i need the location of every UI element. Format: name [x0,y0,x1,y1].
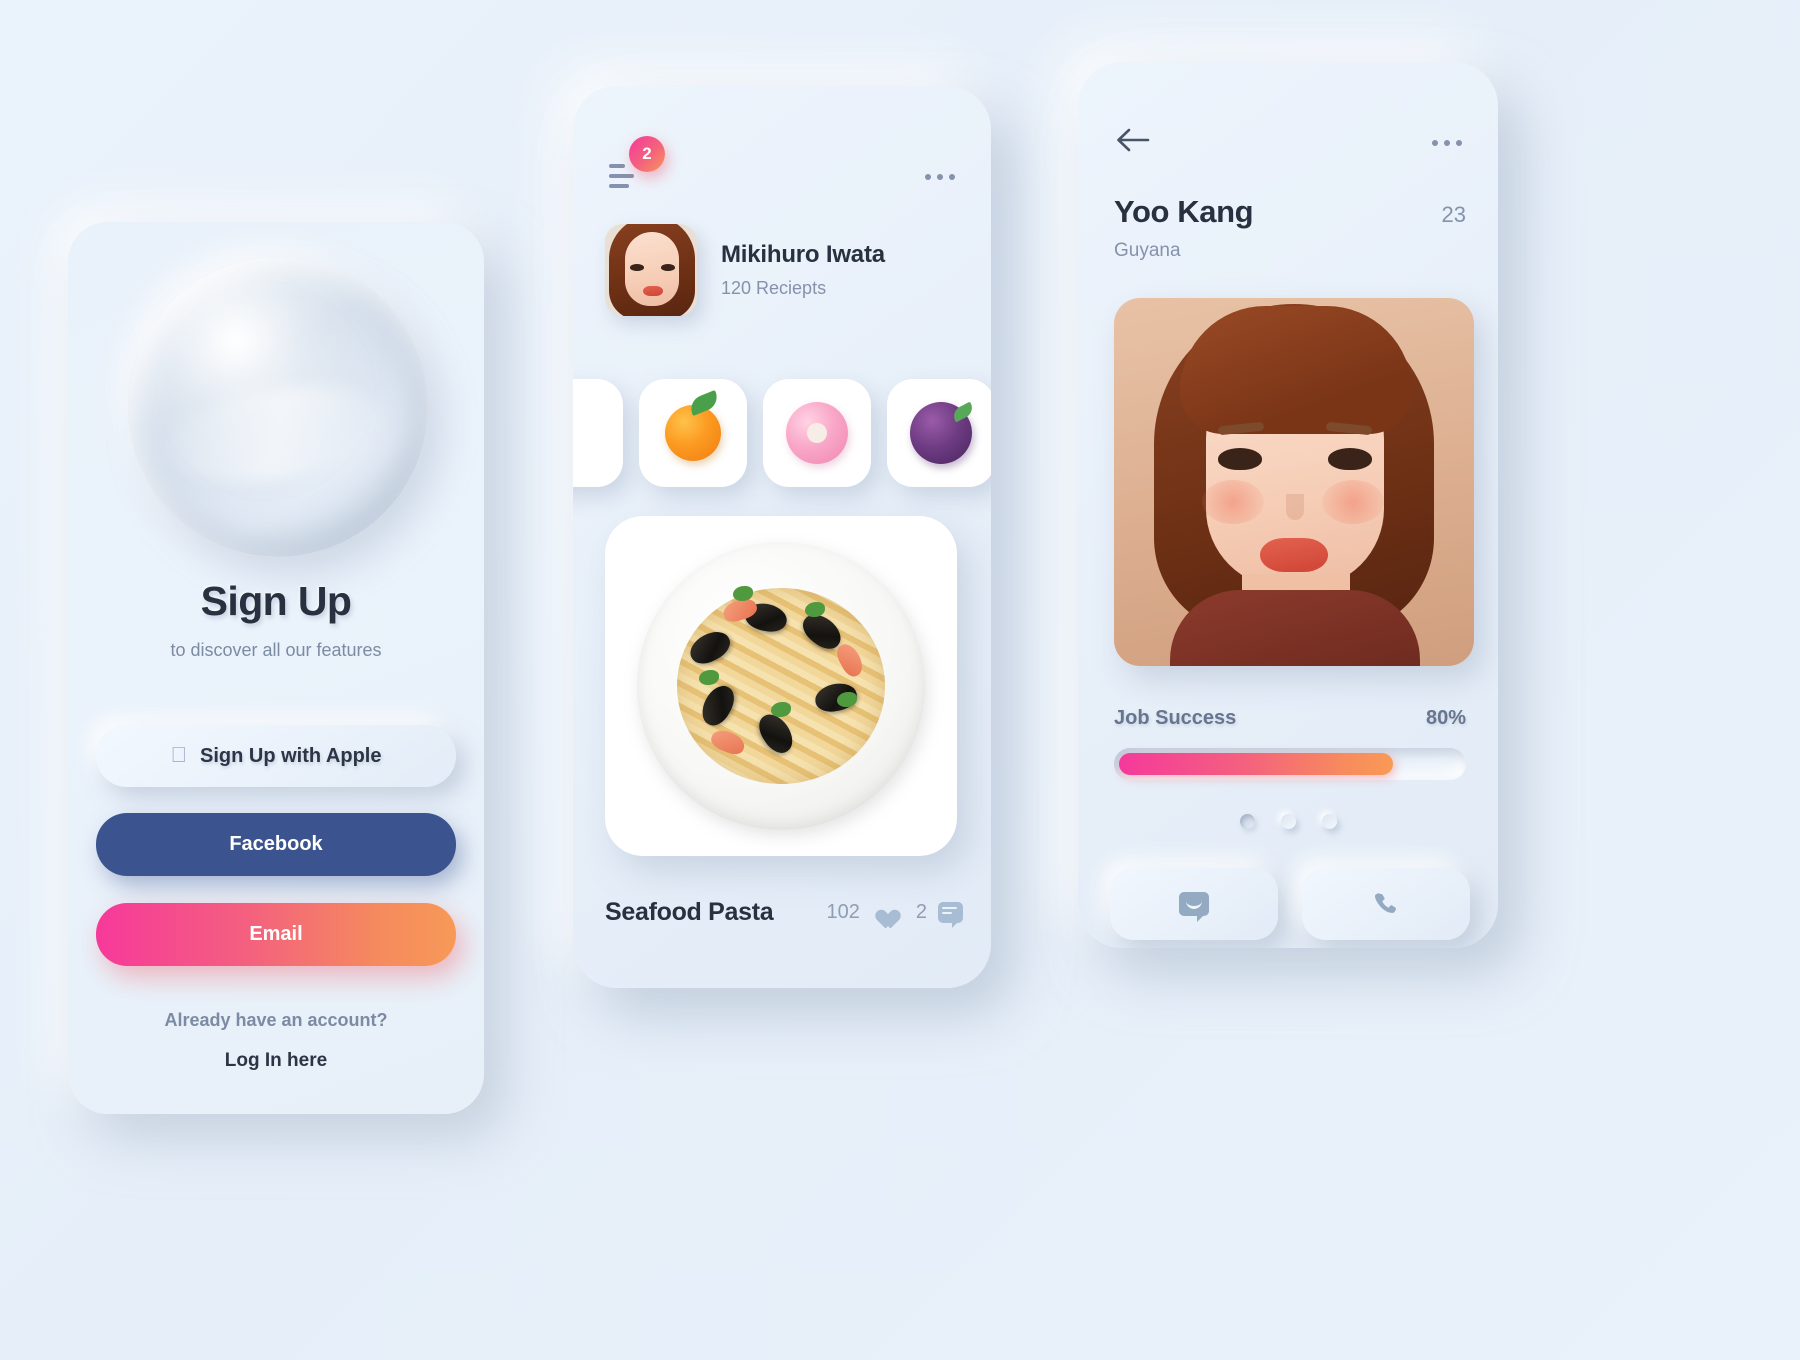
dot-1 [925,174,931,180]
signup-with-facebook-button[interactable]: Facebook [96,813,456,876]
dot-3 [1456,140,1462,146]
recipe-author-row[interactable]: Mikihuro Iwata 120 Reciepts [605,224,885,316]
profile-country: Guyana [1114,240,1181,261]
comment-bubble-icon[interactable] [938,902,963,928]
recipe-title: Seafood Pasta [605,898,774,926]
menu-line-1 [609,164,625,168]
seafood-pasta-photo[interactable] [605,516,957,856]
recipe-feed-screen: 2 Mikihuro Iwata 120 Reciepts Seafood Pa… [573,86,991,988]
author-recipe-count: 120 Reciepts [721,278,827,298]
message-icon [1179,892,1209,922]
profile-screen: Yoo Kang 23 Guyana Job Success 80% [1078,62,1498,948]
portrait-eye-left [1218,448,1262,470]
author-name: Mikihuro Iwata [721,241,885,268]
signup-with-apple-button[interactable]:  Sign Up with Apple [96,725,456,787]
dot-1 [1432,140,1438,146]
category-card-berries[interactable] [887,379,991,487]
menu-line-3 [609,184,629,188]
portrait-blush-right [1322,480,1384,524]
category-carousel[interactable] [573,374,991,492]
category-card-partial-left[interactable] [573,379,623,487]
menu-line-2 [609,174,634,178]
profile-actions [1110,868,1470,940]
orange-fruit-icon [665,389,721,461]
portrait-sweater [1170,590,1420,666]
dot-3 [949,174,955,180]
back-arrow-icon[interactable] [1114,124,1152,156]
portrait-eye-right [1328,448,1372,470]
have-account-text: Already have an account? [164,1010,388,1030]
job-success-label: Job Success [1114,707,1237,729]
comment-count: 2 [915,901,927,923]
like-count: 102 [826,901,860,923]
leaf-icon [687,389,721,417]
more-horizontal-icon[interactable] [1432,140,1462,146]
profile-age: 23 [1441,202,1466,227]
portrait-lips [1260,538,1328,572]
signup-with-email-button[interactable]: Email [96,903,456,966]
bubble-line-1 [942,907,957,909]
pagination-dots[interactable] [1078,814,1498,829]
plate [637,542,925,830]
progress-fill [1119,753,1393,775]
login-link[interactable]: Log In here [68,1050,484,1072]
avatar-lips [643,286,663,296]
phone-call-icon [1372,890,1400,918]
call-button[interactable] [1302,868,1470,940]
like-stat[interactable]: 102 [827,901,894,924]
yoo-kang-portrait[interactable] [1114,298,1474,666]
avatar-eye-left [630,264,644,271]
job-success-value: 80% [1425,707,1466,729]
heart-icon[interactable] [871,902,894,923]
signup-screen: Sign Up to discover all our features  S… [68,222,484,1114]
portrait-hair-front [1180,306,1412,434]
pagination-dot[interactable] [1321,814,1337,829]
comment-stat[interactable]: 2 [915,901,963,928]
facebook-button-label: Facebook [229,833,323,855]
pagination-dot[interactable] [1239,814,1255,829]
notification-badge[interactable]: 2 [629,136,665,172]
leaf-icon [950,401,976,423]
profile-name: Yoo Kang [1114,194,1254,229]
dot-2 [1444,140,1450,146]
apple-button-label: Sign Up with Apple [191,744,381,767]
message-button[interactable] [1110,868,1278,940]
app-background: Sign Up to discover all our features  S… [0,0,1800,1360]
job-success-row: Job Success 80% [1114,707,1466,730]
job-success-progress-bar [1114,748,1466,780]
category-card-donut[interactable] [763,379,871,487]
email-button-label: Email [249,923,303,945]
berries-icon [910,401,976,464]
pagination-dot[interactable] [1280,814,1296,829]
page-title: Sign Up [200,578,352,624]
profile-header: Yoo Kang 23 [1114,194,1466,230]
sphere-orb-logo [128,257,428,557]
avatar [605,224,697,316]
category-card-orange[interactable] [639,379,747,487]
avatar-eye-right [661,264,675,271]
apple-icon:  [171,743,188,766]
page-subtitle: to discover all our features [170,640,382,660]
dot-2 [937,174,943,180]
portrait-blush-left [1202,480,1264,524]
recipe-footer: Seafood Pasta 102 2 [605,898,963,928]
bubble-line-2 [942,912,952,914]
more-horizontal-icon[interactable] [925,174,955,180]
donut-icon [786,402,848,464]
portrait-nose [1286,494,1304,520]
